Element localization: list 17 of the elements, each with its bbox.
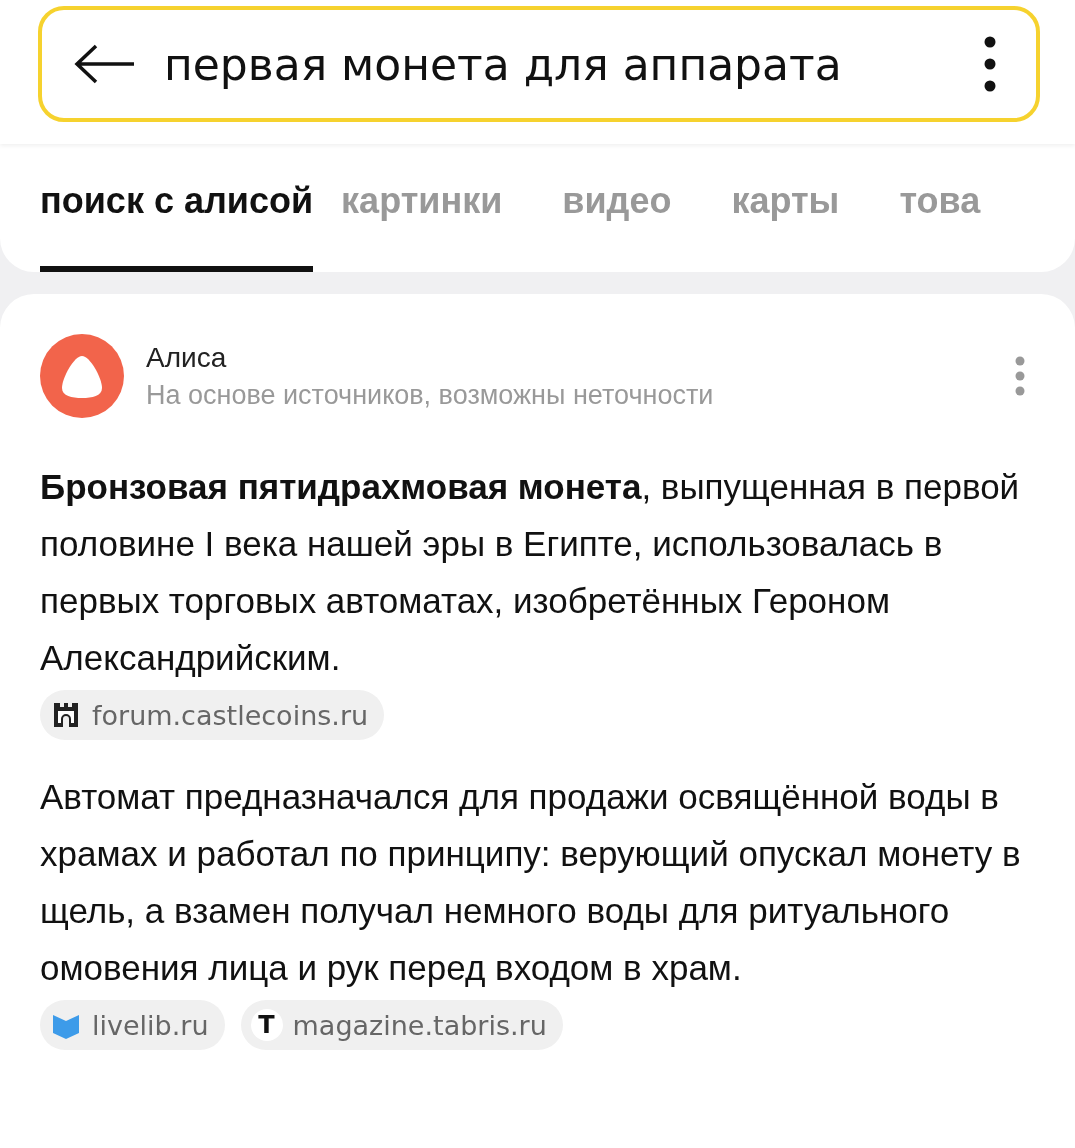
- tab[interactable]: това: [899, 180, 981, 272]
- tab[interactable]: карты: [731, 180, 840, 272]
- back-arrow-icon[interactable]: [74, 44, 136, 84]
- source-link[interactable]: T magazine.tabris.ru: [240, 1000, 563, 1050]
- source-link[interactable]: livelib.ru: [40, 1000, 225, 1050]
- answer-paragraph: Бронзовая пятидрахмовая монета, выпущенная в первой половине I века нашей эры в Египте, использовалась в первых торговых автоматах, изобретённых Героном Александрийским.: [40, 466, 1021, 679]
- letter-icon: T: [250, 1009, 283, 1041]
- tab[interactable]: видео: [562, 180, 672, 272]
- answer-paragraph: Автомат предназначался для продажи освящённой воды в храмах и работал по принципу: верующий опускал монету в щель, а взамен получал немного воды для ритуального омовения лица и рук перед входом в храм.: [40, 776, 1022, 989]
- disclaimer-text: На основе источников, возможны неточности: [146, 379, 715, 411]
- search-field[interactable]: первая монета для аппарата: [38, 6, 1040, 122]
- more-icon[interactable]: [984, 36, 996, 92]
- source-link[interactable]: forum.castlecoins.ru: [40, 690, 385, 740]
- tab[interactable]: поиск с алисой: [40, 180, 314, 272]
- assistant-logo-icon: [40, 334, 124, 418]
- tab[interactable]: картинки: [341, 180, 503, 272]
- author-name: Алиса: [146, 341, 228, 374]
